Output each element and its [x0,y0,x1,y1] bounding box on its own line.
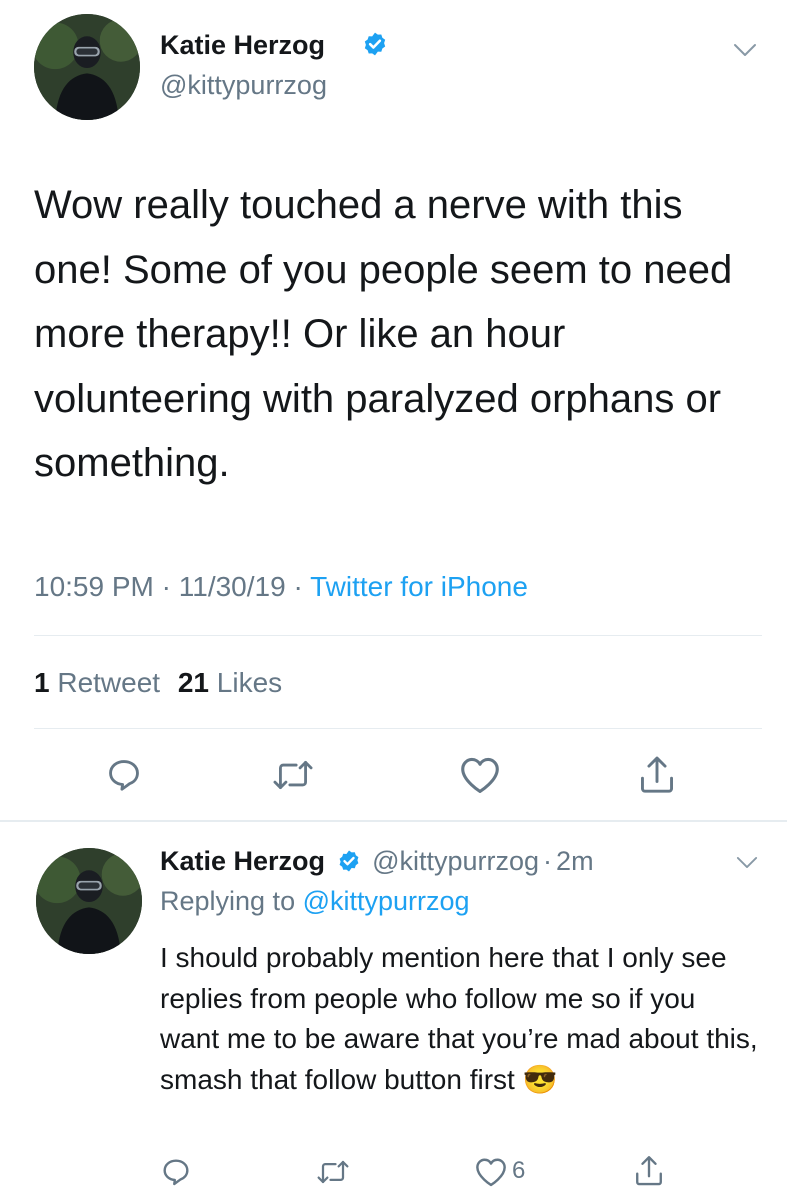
section-divider [0,820,787,822]
tweet-source-link[interactable]: Twitter for iPhone [310,571,528,602]
divider [34,635,762,636]
reply-author-handle[interactable]: @kittypurrzog [372,846,539,876]
avatar[interactable] [34,14,140,120]
reply-author-name[interactable]: Katie Herzog [160,846,325,876]
retweet-icon[interactable] [271,756,315,794]
share-icon[interactable] [633,1154,665,1188]
replying-to-handle-link[interactable]: @kittypurrzog [303,886,470,916]
heart-icon[interactable] [474,1157,508,1187]
reply-like-count: 6 [512,1157,526,1184]
heart-icon[interactable] [459,756,501,794]
like-stat[interactable]: 21 Likes [178,667,282,698]
share-icon[interactable] [637,754,677,796]
verified-badge-icon [337,849,361,873]
retweet-count: 1 [34,667,50,698]
author-name[interactable]: Katie Herzog [160,30,325,61]
like-label: Likes [216,667,283,698]
reply-avatar[interactable] [36,848,142,954]
like-count: 21 [177,667,210,698]
retweet-label: Retweet [57,667,161,698]
tweet-meta: 10:59 PM · 11/30/19 · Twitter for iPhone [34,571,528,603]
reply-header: Katie Herzog @kittypurrzog · 2m [160,846,594,877]
retweet-icon[interactable] [314,1157,352,1187]
verified-badge-icon [362,31,388,57]
tweet-text: Wow really touched a nerve with this one… [34,183,733,485]
replying-to-label: Replying to [160,886,296,916]
reply-text: I should probably mention here that I on… [160,938,760,1100]
chevron-down-icon[interactable] [736,856,758,869]
reply-age: 2m [556,846,594,876]
chevron-down-icon[interactable] [733,43,757,57]
divider [34,728,762,729]
meta-separator: · [293,571,303,602]
reply-icon[interactable] [160,1156,192,1188]
tweet-stats: 1 Retweet 21 Likes [34,667,282,699]
tweet-time: 10:59 PM [34,571,154,602]
avatar-photo [36,848,142,954]
meta-separator: · [161,571,171,602]
meta-separator: · [543,846,553,876]
reply-text-body: I should probably mention here that I on… [160,942,758,1095]
reply-icon[interactable] [105,756,143,794]
retweet-stat[interactable]: 1 Retweet [34,667,168,698]
avatar-photo [34,14,140,120]
tweet-date: 11/30/19 [178,571,286,602]
sunglasses-emoji: 😎 [522,1063,558,1095]
author-handle[interactable]: @kittypurrzog [160,70,327,101]
replying-to: Replying to @kittypurrzog [160,886,470,917]
